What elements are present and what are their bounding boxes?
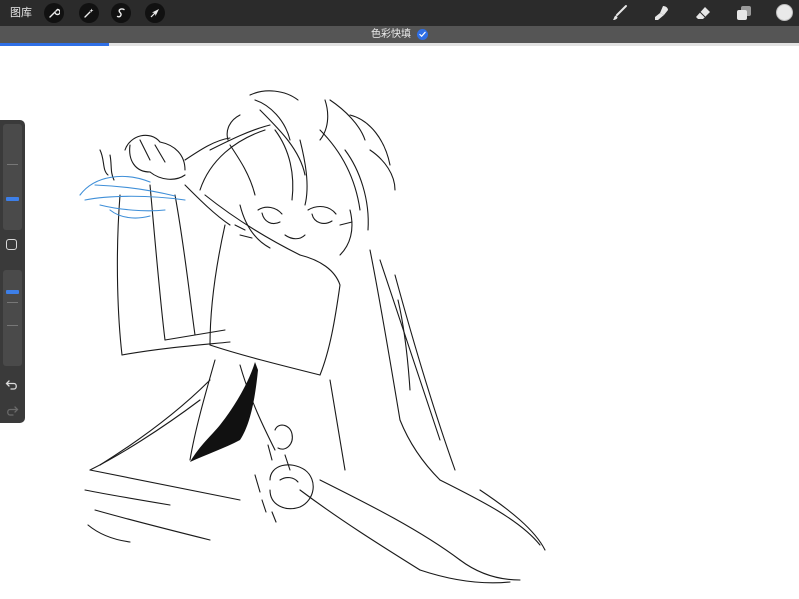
opacity-thumb[interactable]: [6, 290, 19, 294]
eraser-icon[interactable]: [693, 3, 713, 23]
redo-icon[interactable]: [5, 402, 19, 416]
gallery-button[interactable]: 图库: [10, 5, 32, 21]
checkmark-icon[interactable]: [417, 29, 428, 40]
magic-wand-icon[interactable]: [79, 3, 99, 23]
selection-icon[interactable]: [111, 3, 131, 23]
smudge-icon[interactable]: [651, 3, 671, 23]
wrench-icon[interactable]: [44, 3, 64, 23]
brush-size-thumb[interactable]: [6, 197, 19, 201]
transform-arrow-icon[interactable]: [145, 3, 165, 23]
slider-tick: [7, 302, 18, 303]
drawing-canvas[interactable]: [0, 46, 799, 599]
slider-tick: [7, 325, 18, 326]
opacity-slider[interactable]: [3, 270, 22, 366]
color-picker-button[interactable]: [776, 4, 793, 21]
top-toolbar: 图库: [0, 0, 799, 26]
status-bar: 色彩快填: [0, 26, 799, 43]
undo-icon[interactable]: [5, 376, 19, 390]
sketch-artwork: [79, 90, 546, 584]
slider-tick: [7, 164, 18, 165]
layers-icon[interactable]: [734, 3, 754, 23]
sidebar-panel: [0, 120, 25, 423]
status-label: 色彩快填: [371, 29, 411, 40]
modify-button[interactable]: [6, 239, 17, 250]
brush-size-slider[interactable]: [3, 124, 22, 230]
brush-icon[interactable]: [610, 3, 630, 23]
